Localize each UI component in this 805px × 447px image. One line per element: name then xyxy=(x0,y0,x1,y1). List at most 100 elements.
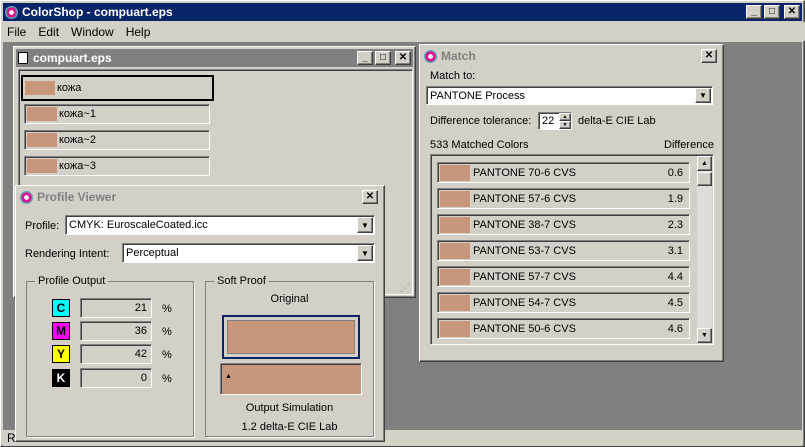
swatch-label: кожа~3 xyxy=(59,160,96,172)
original-swatch-frame[interactable] xyxy=(222,315,360,359)
match-diff: 4.5 xyxy=(667,296,683,309)
close-button[interactable]: ✕ xyxy=(784,5,800,19)
intent-value: Perceptual xyxy=(126,247,179,259)
doc-close-button[interactable]: ✕ xyxy=(395,51,411,65)
app-title: ColorShop - compuart.eps xyxy=(22,5,173,19)
cyan-value-field: 21 xyxy=(80,298,152,318)
match-close-button[interactable]: ✕ xyxy=(701,49,717,63)
swatch-color xyxy=(440,268,470,285)
match-row[interactable]: PANTONE 54-7 CVS 4.5 xyxy=(437,292,690,313)
swatch-color xyxy=(440,242,470,259)
minimize-button[interactable]: _ xyxy=(746,5,762,19)
match-row[interactable]: PANTONE 50-6 CVS 4.6 xyxy=(437,318,690,339)
profile-viewer-titlebar: Profile Viewer ✕ xyxy=(18,188,382,206)
match-diff: 3.1 xyxy=(667,244,683,257)
spin-down-icon[interactable]: ▼ xyxy=(559,121,571,129)
swatch-color xyxy=(440,190,470,207)
list-scrollbar[interactable]: ▲ ▼ xyxy=(697,156,712,343)
match-row[interactable]: PANTONE 57-6 CVS 1.9 xyxy=(437,188,690,209)
tolerance-value: 22 xyxy=(542,115,555,127)
yellow-value-field: 42 xyxy=(80,344,152,364)
profile-select[interactable]: CMYK: EuroscaleCoated.icc ▼ xyxy=(65,215,375,235)
match-title: Match xyxy=(441,49,476,63)
maximize-button[interactable]: □ xyxy=(764,5,780,19)
match-row[interactable]: PANTONE 70-6 CVS 0.6 xyxy=(437,162,690,183)
tolerance-label: Difference tolerance: xyxy=(430,115,532,127)
match-diff: 1.9 xyxy=(667,192,683,205)
match-name: PANTONE 70-6 CVS xyxy=(473,166,576,179)
swatch-row[interactable]: кожа~1 xyxy=(24,104,210,124)
cyan-unit: % xyxy=(162,303,172,315)
match-name: PANTONE 50-6 CVS xyxy=(473,322,576,335)
black-unit: % xyxy=(162,373,172,385)
swatch-color xyxy=(440,320,470,337)
profile-viewer-title: Profile Viewer xyxy=(37,190,117,204)
swatch-row[interactable]: кожа~2 xyxy=(24,130,210,150)
profile-output-label: Profile Output xyxy=(35,275,109,287)
swatch-color xyxy=(25,81,55,95)
match-name: PANTONE 38-7 CVS xyxy=(473,218,576,231)
chevron-down-icon[interactable]: ▼ xyxy=(357,245,373,261)
resize-grip-icon[interactable]: ⋰ xyxy=(400,283,414,296)
swatch-label: кожа~2 xyxy=(59,134,96,146)
magenta-value-field: 36 xyxy=(80,321,152,341)
swatch-label: кожа~1 xyxy=(59,108,96,120)
profile-viewer-close-button[interactable]: ✕ xyxy=(362,190,378,204)
match-to-value: PANTONE Process xyxy=(430,90,525,102)
chevron-down-icon[interactable]: ▼ xyxy=(357,217,373,233)
document-icon xyxy=(18,52,28,64)
intent-select[interactable]: Perceptual ▼ xyxy=(122,243,375,263)
match-row[interactable]: PANTONE 53-7 CVS 3.1 xyxy=(437,240,690,261)
doc-maximize-button[interactable]: □ xyxy=(375,51,391,65)
delta-label: 1.2 delta-E CIE Lab xyxy=(241,421,338,433)
soft-proof-label: Soft Proof xyxy=(214,275,269,287)
match-row[interactable]: PANTONE 38-7 CVS 2.3 xyxy=(437,214,690,235)
chevron-down-icon[interactable]: ▼ xyxy=(695,88,711,103)
menu-edit[interactable]: Edit xyxy=(32,25,65,39)
menu-file[interactable]: File xyxy=(1,25,32,39)
match-name: PANTONE 54-7 CVS xyxy=(473,296,576,309)
tolerance-unit: delta-E CIE Lab xyxy=(578,115,656,127)
swatch-label: кожа xyxy=(57,82,82,94)
doc-minimize-button[interactable]: _ xyxy=(357,51,373,65)
menu-bar: File Edit Window Help xyxy=(1,22,805,41)
intent-label: Rendering Intent: xyxy=(25,248,110,260)
match-diff: 4.4 xyxy=(667,270,683,283)
swatch-color xyxy=(27,107,57,121)
swatch-color xyxy=(27,159,57,173)
match-to-select[interactable]: PANTONE Process ▼ xyxy=(426,86,713,105)
swatch-color xyxy=(27,133,57,147)
match-diff: 4.6 xyxy=(667,322,683,335)
swatch-row[interactable]: кожа~3 xyxy=(24,156,210,176)
original-swatch xyxy=(227,320,355,354)
menu-help[interactable]: Help xyxy=(120,25,157,39)
document-title: compuart.eps xyxy=(33,51,112,65)
match-name: PANTONE 57-6 CVS xyxy=(473,192,576,205)
black-chip: K xyxy=(52,369,70,387)
profile-value: CMYK: EuroscaleCoated.icc xyxy=(69,219,208,231)
scroll-down-icon[interactable]: ▼ xyxy=(697,328,712,343)
scroll-up-icon[interactable]: ▲ xyxy=(697,156,712,171)
match-name: PANTONE 53-7 CVS xyxy=(473,244,576,257)
output-sim-label: Output Simulation xyxy=(245,402,334,414)
cyan-chip: C xyxy=(52,299,70,317)
match-row[interactable]: PANTONE 57-7 CVS 4.4 xyxy=(437,266,690,287)
menu-window[interactable]: Window xyxy=(65,25,120,39)
document-titlebar: compuart.eps _ □ ✕ xyxy=(16,49,413,67)
match-icon xyxy=(424,49,437,63)
match-titlebar: Match ✕ xyxy=(422,47,721,65)
match-diff: 2.3 xyxy=(667,218,683,231)
profile-label: Profile: xyxy=(25,220,60,232)
spin-up-icon[interactable]: ▲ xyxy=(559,113,571,121)
magenta-unit: % xyxy=(162,326,172,338)
swatch-color xyxy=(440,294,470,311)
black-value-field: 0 xyxy=(80,368,152,388)
gamut-marker-icon: ▲ xyxy=(225,373,232,380)
yellow-unit: % xyxy=(162,349,172,361)
app-icon xyxy=(5,5,18,19)
scroll-thumb[interactable] xyxy=(697,172,712,186)
main-titlebar: ColorShop - compuart.eps _ □ ✕ xyxy=(3,3,802,21)
swatch-row-selected[interactable]: кожа xyxy=(21,75,214,101)
tolerance-spinner[interactable]: 22 ▲ ▼ xyxy=(538,112,572,130)
original-label: Original xyxy=(270,293,309,305)
